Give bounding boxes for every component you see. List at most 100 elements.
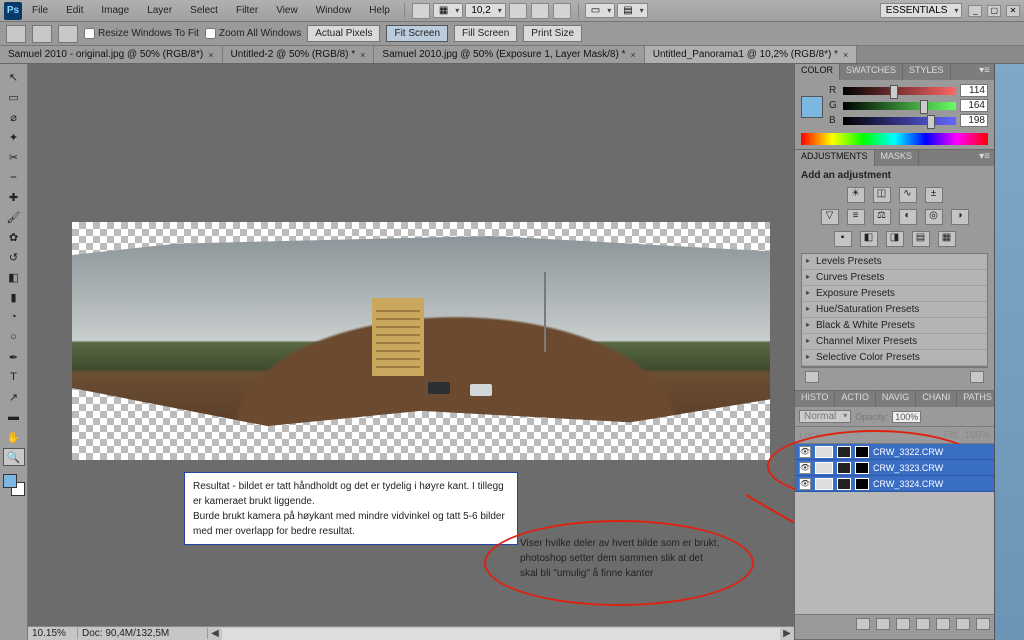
opacity-value[interactable]: 100% <box>892 411 921 423</box>
move-tool-icon[interactable]: ↖ <box>3 68 25 86</box>
posterize-icon[interactable]: ◧ <box>860 231 878 247</box>
pen-tool-icon[interactable]: ✒ <box>3 348 25 366</box>
preset-item[interactable]: Selective Color Presets <box>802 350 987 366</box>
visibility-icon[interactable]: 👁 <box>799 446 811 458</box>
preset-item[interactable]: Hue/Saturation Presets <box>802 302 987 318</box>
layer-mask-button-icon[interactable] <box>896 618 910 630</box>
marquee-tool-icon[interactable]: ▭ <box>3 88 25 106</box>
tab-color[interactable]: COLOR <box>795 64 840 80</box>
tab-history[interactable]: HISTO <box>795 391 835 407</box>
zoom-dropdown[interactable]: 10,2 <box>465 3 505 18</box>
horizontal-scrollbar[interactable] <box>222 628 780 640</box>
canvas-area[interactable]: Resultat - bildet er tatt håndholdt og d… <box>28 64 794 640</box>
color-preview[interactable] <box>801 96 823 118</box>
layer-row[interactable]: 👁 CRW_3324.CRW <box>795 476 994 492</box>
delete-layer-icon[interactable] <box>976 618 990 630</box>
tab-actions[interactable]: ACTIO <box>835 391 876 407</box>
preset-item[interactable]: Levels Presets <box>802 254 987 270</box>
slider-g[interactable] <box>843 102 956 110</box>
hand-tool-icon[interactable] <box>509 3 527 19</box>
photo-filter-icon[interactable]: ◎ <box>925 209 943 225</box>
new-layer-icon[interactable] <box>956 618 970 630</box>
layer-thumb[interactable] <box>815 446 833 458</box>
zoom-tool-icon[interactable] <box>531 3 549 19</box>
arrange-documents-dropdown[interactable]: ▦ <box>433 3 463 18</box>
group-icon[interactable] <box>936 618 950 630</box>
gradient-tool-icon[interactable]: ▮ <box>3 288 25 306</box>
menu-layer[interactable]: Layer <box>139 2 180 19</box>
zoom-tool-preset-icon[interactable] <box>6 25 26 43</box>
eraser-tool-icon[interactable]: ◧ <box>3 268 25 286</box>
tab-swatches[interactable]: SWATCHES <box>840 64 903 80</box>
zoom-in-icon[interactable] <box>32 25 52 43</box>
color-swatches[interactable] <box>3 474 25 496</box>
close-icon[interactable]: × <box>630 50 635 60</box>
type-tool-icon[interactable]: T <box>3 368 25 386</box>
zoom-all-checkbox[interactable]: Zoom All Windows <box>205 28 301 39</box>
hand-tool-icon[interactable]: ✋ <box>3 428 25 446</box>
document-tab[interactable]: Untitled-2 @ 50% (RGB/8) *× <box>223 46 375 63</box>
layer-thumb[interactable] <box>815 462 833 474</box>
document-tab-active[interactable]: Untitled_Panorama1 @ 10,2% (RGB/8*) *× <box>645 46 858 63</box>
close-icon[interactable]: × <box>843 50 848 60</box>
close-icon[interactable]: × <box>360 50 365 60</box>
dodge-tool-icon[interactable]: ○ <box>3 328 25 346</box>
panel-menu-icon[interactable]: ▾≡ <box>975 150 994 166</box>
menu-edit[interactable]: Edit <box>58 2 91 19</box>
menu-help[interactable]: Help <box>361 2 398 19</box>
actual-pixels-button[interactable]: Actual Pixels <box>307 25 380 42</box>
close-icon[interactable]: × <box>208 50 213 60</box>
wand-tool-icon[interactable]: ✦ <box>3 128 25 146</box>
menu-view[interactable]: View <box>268 2 306 19</box>
threshold-icon[interactable]: ◨ <box>886 231 904 247</box>
spectrum-bar[interactable] <box>801 133 988 145</box>
fill-screen-button[interactable]: Fill Screen <box>454 25 517 42</box>
maximize-button[interactable]: ▢ <box>987 5 1001 17</box>
menu-select[interactable]: Select <box>182 2 226 19</box>
rotate-view-icon[interactable] <box>553 3 571 19</box>
blend-mode-select[interactable]: Normal <box>799 410 851 423</box>
mixer-icon[interactable]: ◑ <box>951 209 969 225</box>
visibility-icon[interactable]: 👁 <box>799 478 811 490</box>
menu-window[interactable]: Window <box>308 2 360 19</box>
layer-mask-icon[interactable] <box>855 462 869 474</box>
value-b[interactable]: 198 <box>960 114 988 127</box>
history-brush-icon[interactable]: ↺ <box>3 248 25 266</box>
adjustment-trash-icon[interactable] <box>970 371 984 383</box>
shape-tool-icon[interactable]: ▬ <box>3 408 25 426</box>
visibility-icon[interactable]: 👁 <box>799 462 811 474</box>
screen-mode-dropdown[interactable]: ▭ <box>585 3 615 18</box>
layer-mask-icon[interactable] <box>855 446 869 458</box>
document-tab[interactable]: Samuel 2010.jpg @ 50% (Exposure 1, Layer… <box>374 46 644 63</box>
preset-item[interactable]: Black & White Presets <box>802 318 987 334</box>
scroll-right-icon[interactable]: ▶ <box>780 628 794 639</box>
brush-tool-icon[interactable]: 🖌 <box>3 208 25 226</box>
tab-masks[interactable]: MASKS <box>875 150 920 166</box>
value-r[interactable]: 114 <box>960 84 988 97</box>
layer-mask-icon[interactable] <box>837 462 851 474</box>
exposure-icon[interactable]: ± <box>925 187 943 203</box>
balance-icon[interactable]: ⚖ <box>873 209 891 225</box>
layer-thumb[interactable] <box>815 478 833 490</box>
tab-styles[interactable]: STYLES <box>903 64 951 80</box>
menu-filter[interactable]: Filter <box>228 2 266 19</box>
link-layers-icon[interactable] <box>856 618 870 630</box>
fit-screen-button[interactable]: Fit Screen <box>386 25 448 42</box>
curves-icon[interactable]: ∿ <box>899 187 917 203</box>
menu-image[interactable]: Image <box>93 2 137 19</box>
close-button[interactable]: ✕ <box>1006 5 1020 17</box>
brightness-icon[interactable]: ☀ <box>847 187 865 203</box>
launch-bridge-icon[interactable] <box>412 3 430 19</box>
eyedropper-tool-icon[interactable]: ⎯ <box>3 168 25 186</box>
preset-item[interactable]: Channel Mixer Presets <box>802 334 987 350</box>
slider-b[interactable] <box>843 117 956 125</box>
print-size-button[interactable]: Print Size <box>523 25 582 42</box>
layer-row[interactable]: 👁 CRW_3323.CRW <box>795 460 994 476</box>
vibrance-icon[interactable]: ▽ <box>821 209 839 225</box>
menu-file[interactable]: File <box>24 2 56 19</box>
panel-menu-icon[interactable]: ▾≡ <box>975 64 994 80</box>
extras-dropdown[interactable]: ▤ <box>617 3 647 18</box>
layer-mask-icon[interactable] <box>855 478 869 490</box>
hue-icon[interactable]: ≡ <box>847 209 865 225</box>
scroll-left-icon[interactable]: ◀ <box>208 628 222 639</box>
